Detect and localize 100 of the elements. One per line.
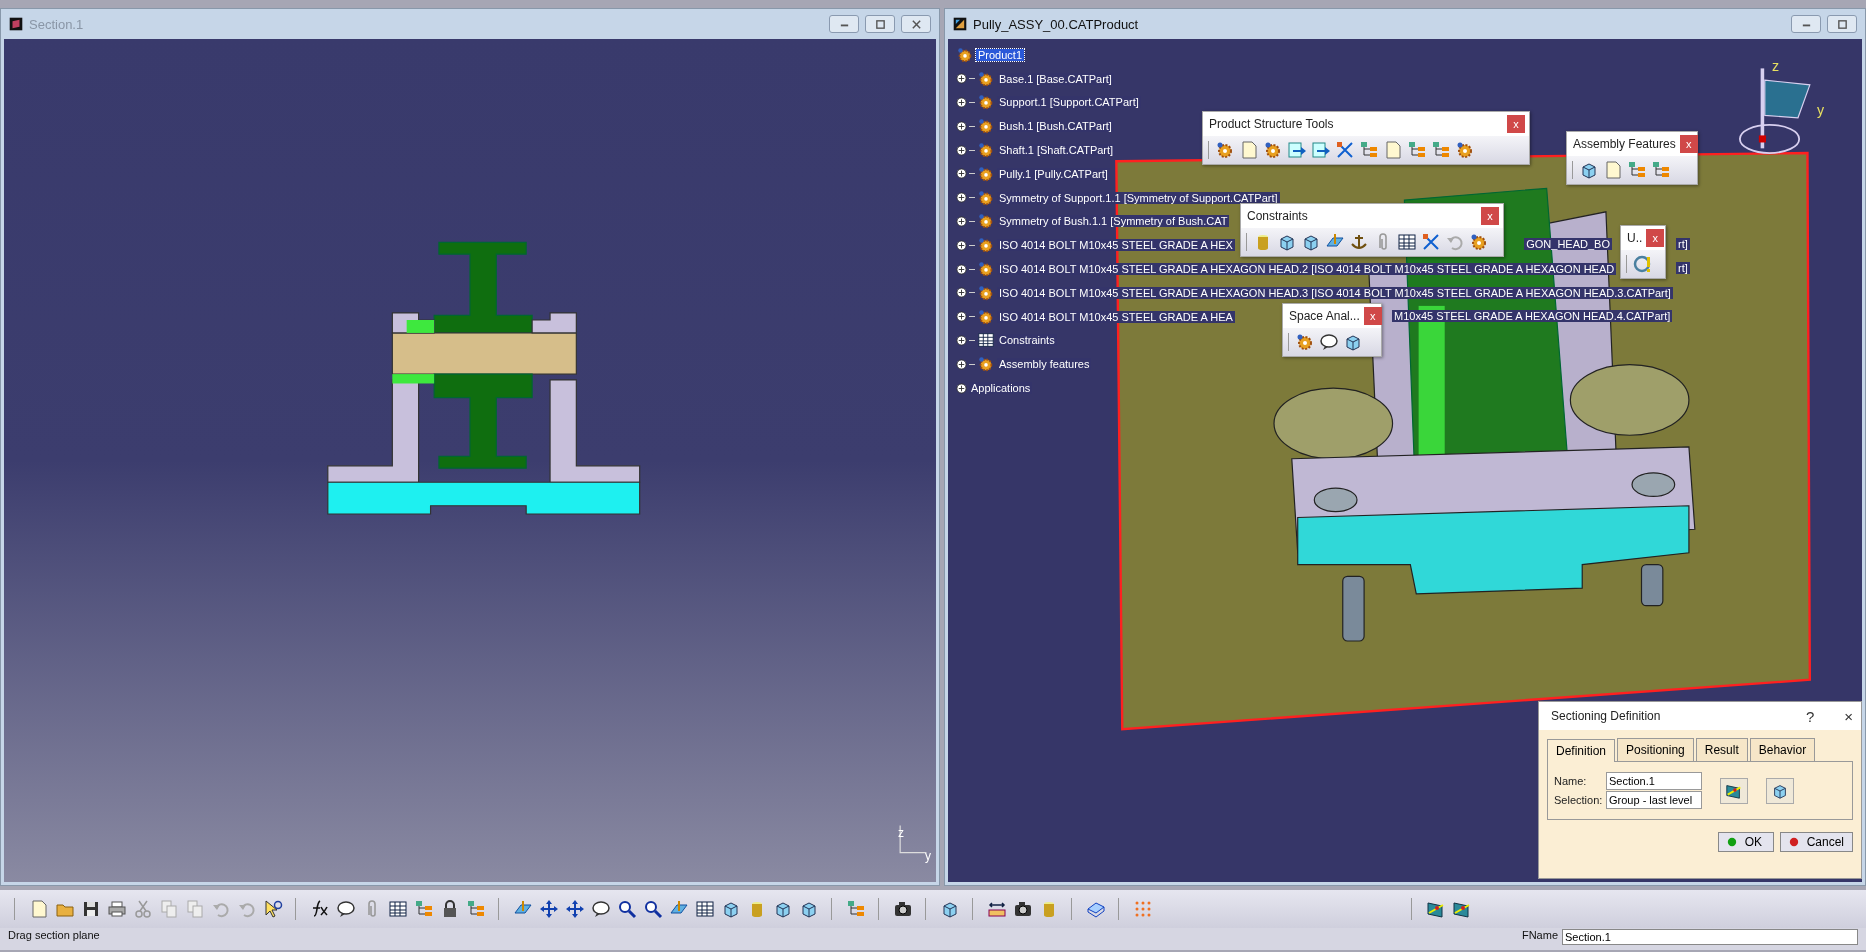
gear-icon (977, 164, 995, 183)
maximize-button[interactable] (865, 15, 895, 33)
expand-icon[interactable] (956, 311, 967, 323)
close-button[interactable]: x (1481, 207, 1499, 225)
close-button[interactable]: × (1836, 707, 1861, 725)
gear-icon[interactable] (1295, 332, 1315, 352)
expand-icon[interactable] (956, 144, 967, 156)
tree-item-text: GON_HEAD_BO (1524, 238, 1612, 251)
warning-icon[interactable] (1633, 254, 1653, 274)
expand-icon[interactable] (956, 192, 967, 204)
expand-icon[interactable] (956, 263, 967, 275)
expand-icon[interactable] (956, 358, 967, 370)
ruler-icon[interactable] (987, 899, 1007, 919)
bubble-icon[interactable] (591, 899, 611, 919)
tree-item[interactable]: Shaft.1 [Shaft.CATPart] (997, 144, 1116, 157)
cancel-button[interactable]: Cancel (1779, 832, 1853, 852)
section-icon[interactable] (1452, 899, 1472, 919)
name-field[interactable]: Section.1 (1562, 929, 1858, 945)
grid-icon[interactable] (695, 899, 715, 919)
close-button[interactable]: x (1646, 229, 1665, 247)
bubble-icon[interactable] (336, 899, 356, 919)
tree-icon[interactable] (1627, 160, 1647, 180)
magnifier-icon[interactable] (617, 899, 637, 919)
help-button[interactable]: ? (1797, 707, 1823, 725)
dots-icon[interactable] (1133, 899, 1153, 919)
toolbar-title: Space Anal... (1289, 309, 1360, 323)
grid-icon[interactable] (388, 899, 408, 919)
tab[interactable]: Positioning (1617, 738, 1694, 761)
expand-icon[interactable] (956, 239, 967, 251)
tree-icon[interactable] (1651, 160, 1671, 180)
tree-item[interactable]: Assembly features (997, 358, 1092, 371)
bubble-icon[interactable] (1319, 332, 1339, 352)
tab[interactable]: Behavior (1749, 738, 1816, 761)
tree-item[interactable]: Pully.1 [Pully.CATPart] (997, 167, 1110, 180)
expand-icon[interactable] (956, 382, 967, 394)
cross-icon[interactable] (1335, 140, 1355, 160)
tab[interactable]: Definition (1547, 739, 1616, 762)
expand-icon[interactable] (956, 120, 967, 132)
expand-icon[interactable] (956, 334, 967, 346)
tree-icon[interactable] (1431, 140, 1451, 160)
tree-item[interactable]: Applications (969, 382, 1033, 395)
tree-item[interactable]: ISO 4014 BOLT M10x45 STEEL GRADE A HEA (997, 310, 1235, 323)
close-button[interactable] (901, 15, 931, 33)
magnifier-icon[interactable] (643, 899, 663, 919)
printer-icon[interactable] (107, 899, 127, 919)
tree-item[interactable]: Bush.1 [Bush.CATPart] (997, 120, 1114, 133)
name-field[interactable]: Section.1 (1606, 772, 1702, 790)
camera-icon[interactable] (893, 899, 913, 919)
tree-icon[interactable] (1407, 140, 1427, 160)
product-icon (953, 17, 967, 31)
field-label: FName (1521, 929, 1558, 941)
tree-item[interactable]: Constraints (997, 334, 1057, 347)
tab[interactable]: Result (1695, 738, 1748, 761)
dialog-title: Sectioning Definition (1551, 709, 1662, 723)
tree-item[interactable]: Support.1 [Support.CATPart] (997, 96, 1141, 109)
close-button[interactable]: x (1679, 135, 1698, 153)
tree-icon[interactable] (414, 899, 434, 919)
expand-icon[interactable] (956, 168, 967, 180)
tree-item[interactable]: Symmetry of Bush.1.1 [Symmetry of Bush.CAT (997, 215, 1230, 228)
tree-item[interactable]: ISO 4014 BOLT M10x45 STEEL GRADE A HEXAGON HEAD.2 [ISO 4014 BOLT M10x45 STEEL GRADE A HEXAGON HEAD (997, 263, 1617, 276)
move-icon[interactable] (565, 899, 585, 919)
maximize-icon (1836, 18, 1848, 30)
tree-icon[interactable] (466, 899, 486, 919)
dot-icon (1788, 837, 1799, 847)
anchor-icon[interactable] (1349, 232, 1369, 252)
arrow-icon[interactable] (1311, 140, 1331, 160)
formula-icon[interactable] (310, 899, 330, 919)
close-button[interactable]: x (1363, 307, 1382, 325)
gear-icon[interactable] (1215, 140, 1235, 160)
tree-item[interactable]: Product1 (976, 48, 1025, 61)
gear-icon[interactable] (1263, 140, 1283, 160)
tree-icon[interactable] (846, 899, 866, 919)
cross-icon[interactable] (1421, 232, 1441, 252)
ok-button[interactable]: OK (1717, 832, 1774, 852)
tree-icon[interactable] (1359, 140, 1379, 160)
expand-icon[interactable] (956, 215, 967, 227)
move-icon[interactable] (539, 899, 559, 919)
section-icon[interactable] (1426, 899, 1446, 919)
expand-icon[interactable] (956, 287, 967, 299)
pointer-icon[interactable] (263, 899, 283, 919)
selection-field[interactable]: Group - last level (1606, 791, 1702, 809)
gear-icon[interactable] (1469, 232, 1489, 252)
toolbar-title: U.. (1627, 231, 1643, 245)
expand-icon[interactable] (956, 97, 967, 108)
close-button[interactable]: x (1507, 115, 1525, 133)
tree-item[interactable]: Base.1 [Base.CATPart] (997, 72, 1114, 85)
gear-icon (977, 93, 995, 112)
axis-label: y (925, 849, 931, 863)
tree-item[interactable]: Symmetry of Support.1.1 [Symmetry of Support.CATPart] (997, 191, 1280, 204)
expand-icon[interactable] (956, 73, 967, 85)
tree-item[interactable]: ISO 4014 BOLT M10x45 STEEL GRADE A HEX (997, 239, 1235, 252)
plane-button[interactable] (1720, 777, 1748, 804)
camera-icon[interactable] (1013, 899, 1033, 919)
grid-icon[interactable] (1397, 232, 1417, 252)
result-button[interactable] (1766, 777, 1794, 804)
axis-label: y (1816, 102, 1825, 119)
arrow-icon[interactable] (1287, 140, 1307, 160)
maximize-button[interactable] (1827, 15, 1857, 33)
gear-icon[interactable] (1455, 140, 1475, 160)
tree-item-text: rt] (1676, 238, 1690, 251)
